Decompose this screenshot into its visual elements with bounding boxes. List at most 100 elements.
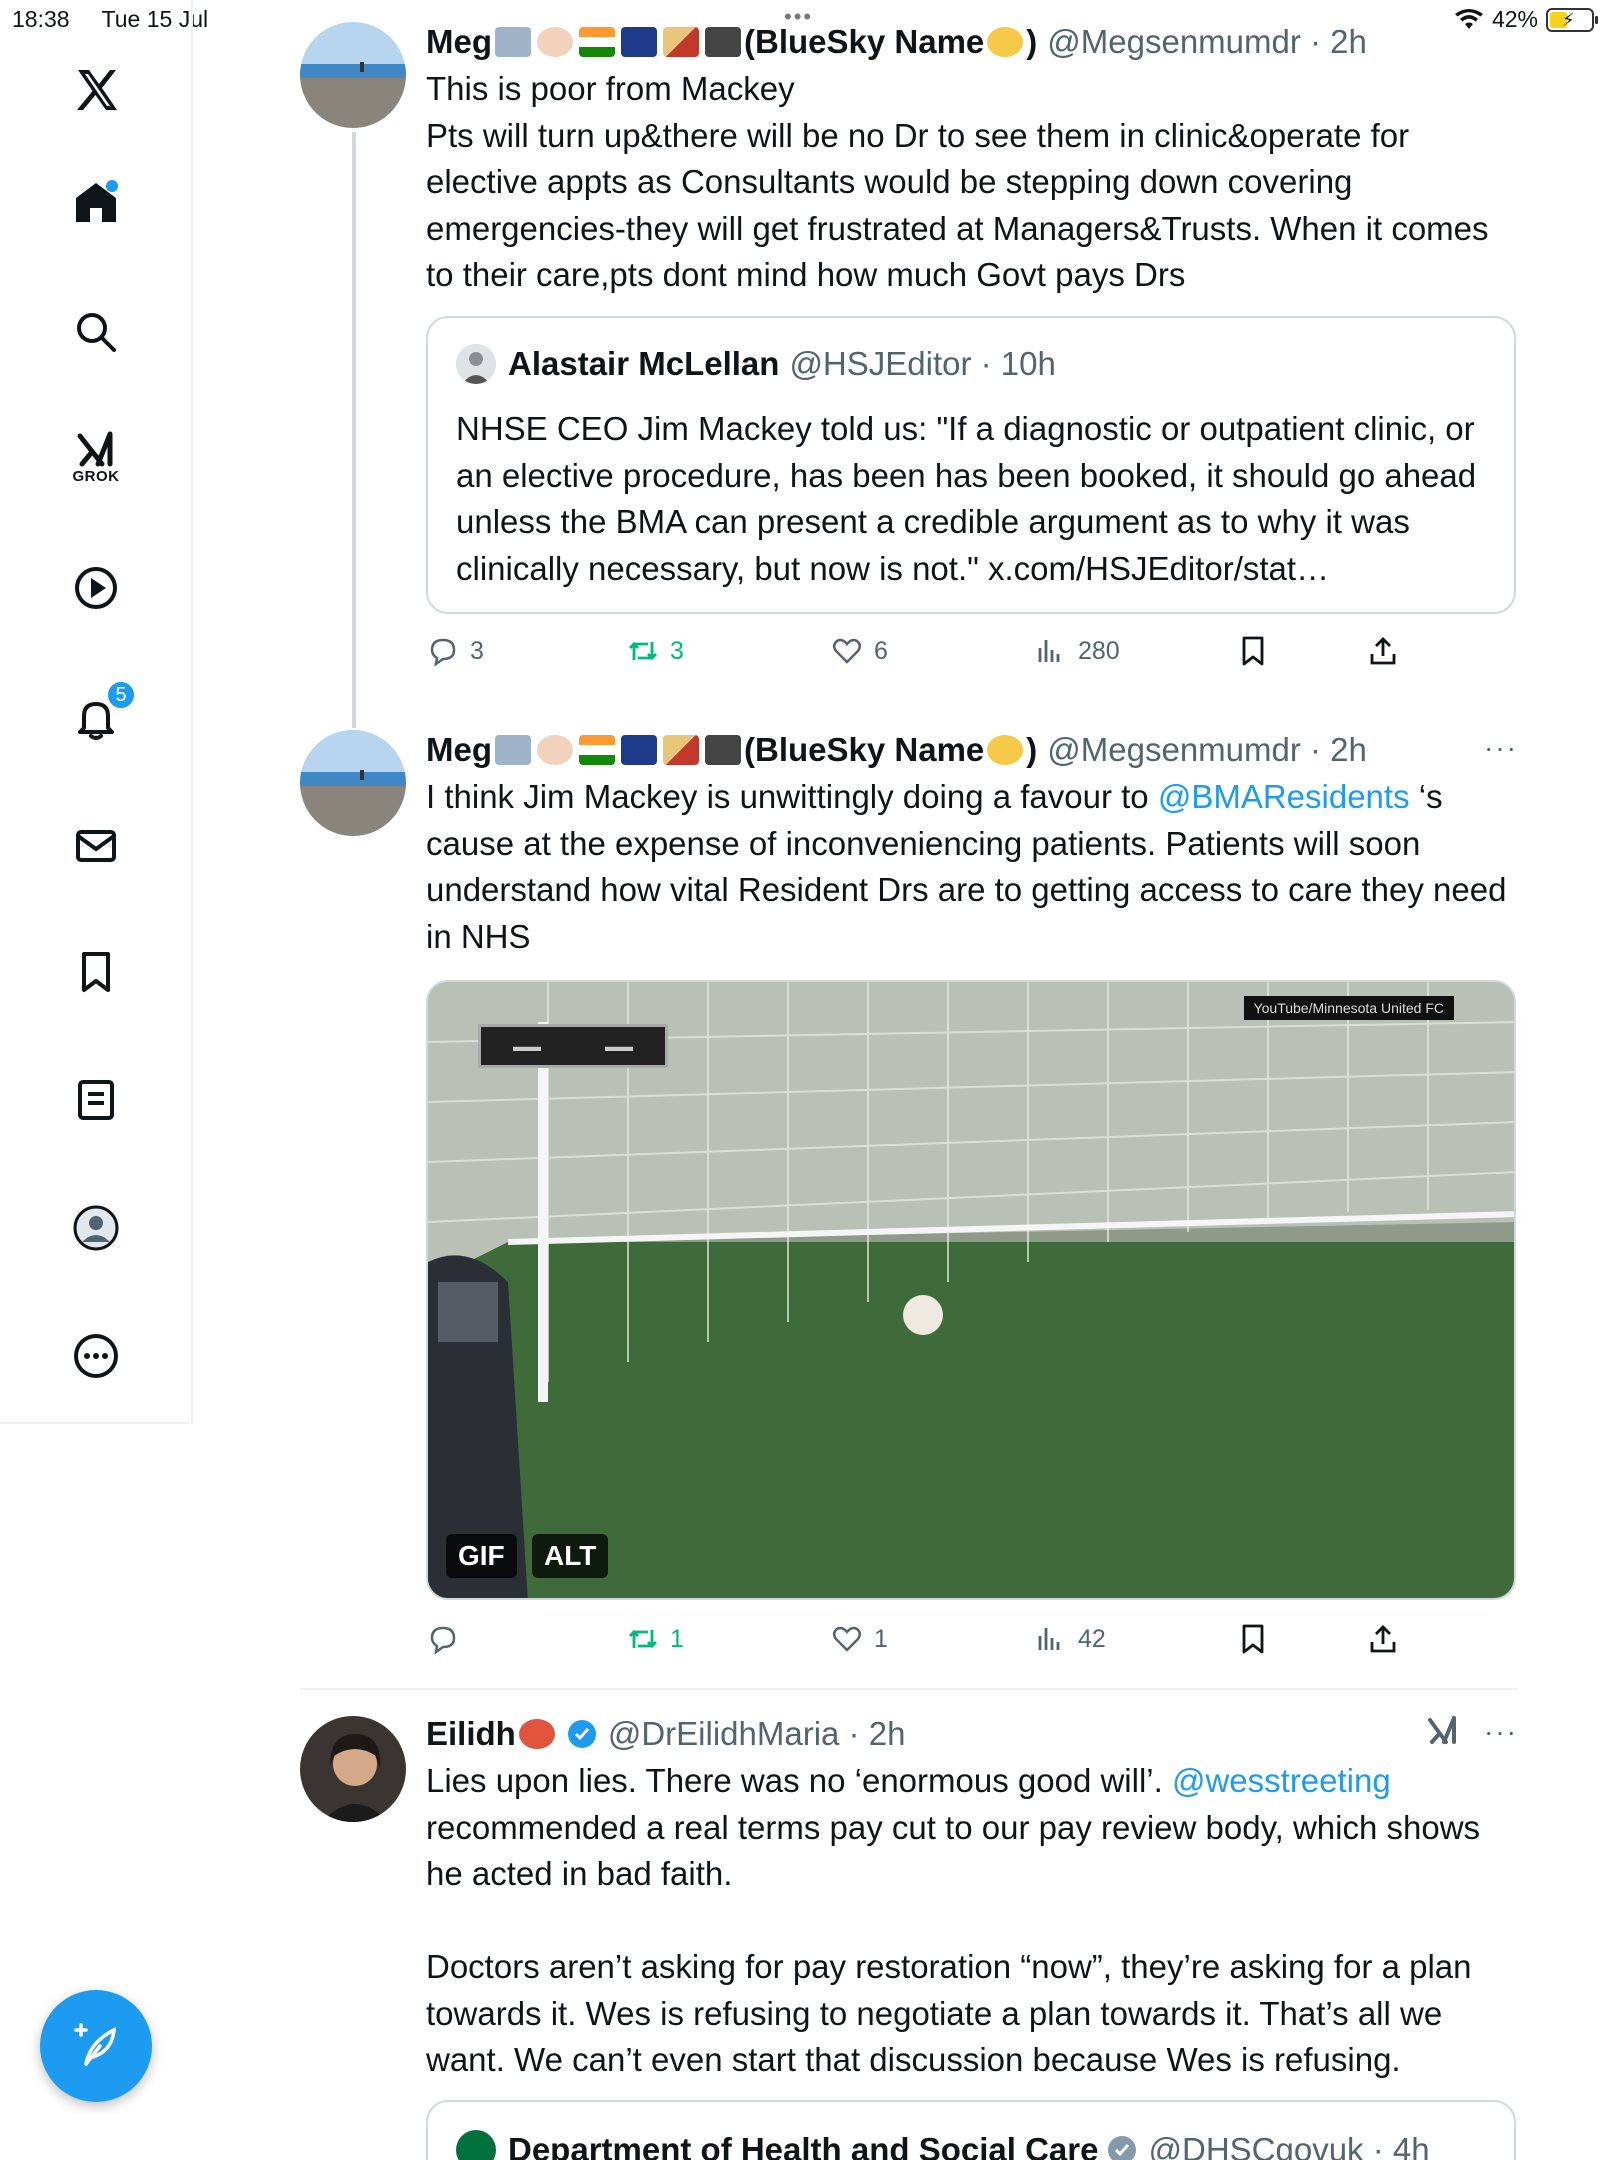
tweet-header: Meg (BlueSky Name ) @Megsenmumdr · 2h — [426, 20, 1516, 64]
tweet-text-part: recommended a real terms pay cut to our … — [426, 1808, 1481, 2079]
tweet[interactable]: Meg (BlueSky Name ) @Megsenmumdr · 2h Th… — [300, 20, 1518, 700]
tweet-header: Eilidh @DrEilidhMaria · 2h — [426, 1712, 1516, 1756]
crab-emoji-icon — [518, 1719, 555, 1749]
repost-button[interactable]: 1 — [626, 1622, 684, 1656]
bookmark-button[interactable] — [1236, 1622, 1270, 1656]
tweet[interactable]: ··· Eilidh @DrEilidhMaria · 2h Lies upon… — [300, 1712, 1518, 2160]
views-button[interactable]: 280 — [1034, 634, 1120, 668]
repost-count: 3 — [670, 636, 684, 665]
home-unread-dot — [106, 180, 118, 192]
profile-icon[interactable] — [68, 1200, 124, 1256]
share-button[interactable] — [1366, 1622, 1400, 1656]
avatar[interactable] — [300, 730, 406, 836]
share-icon — [1370, 1625, 1396, 1653]
verified-badge-icon — [567, 1720, 596, 1748]
family-emoji-icon — [495, 735, 531, 765]
view-count: 42 — [1078, 1624, 1106, 1653]
author-handle[interactable]: @DrEilidhMaria · 2h — [608, 1715, 906, 1753]
cricket-emoji-icon — [663, 735, 699, 765]
tweet-header: Meg (BlueSky Name ) @Megsenmumdr · 2h — [426, 728, 1516, 772]
cricket-emoji-icon — [663, 27, 699, 57]
tweet-text-part: I think Jim Mackey is unwittingly doing … — [426, 778, 1158, 815]
quoted-tweet-header: Department of Health and Social Care @DH… — [456, 2130, 1430, 2160]
author-name[interactable]: Eilidh — [426, 1715, 516, 1753]
heart-icon — [833, 638, 861, 664]
author-name[interactable]: Meg — [426, 731, 492, 769]
grok-icon[interactable]: GROK — [68, 424, 124, 485]
reply-button[interactable]: 3 — [426, 634, 484, 668]
india-flag-icon — [579, 27, 615, 57]
home-icon[interactable] — [68, 174, 124, 230]
share-button[interactable] — [1366, 634, 1400, 668]
author-name-suffix: (BlueSky Name — [744, 731, 985, 768]
notifications-badge: 5 — [106, 680, 136, 710]
tweet-actions: 1 1 42 — [426, 1622, 1426, 1662]
messages-envelope-icon[interactable] — [68, 818, 124, 874]
reply-count: 3 — [470, 636, 484, 665]
doctor-emoji-icon — [537, 27, 573, 57]
views-chart-icon — [1038, 640, 1060, 662]
view-count: 280 — [1078, 636, 1120, 665]
quoted-avatar — [456, 2130, 496, 2160]
author-name-suffix: (BlueSky Name — [744, 23, 985, 60]
repost-button[interactable]: 3 — [626, 634, 684, 668]
family-emoji-icon — [495, 27, 531, 57]
reply-icon — [430, 638, 456, 667]
avatar[interactable] — [300, 22, 406, 128]
compose-post-button[interactable] — [40, 1990, 152, 2102]
views-chart-icon — [1038, 1628, 1060, 1650]
more-options-icon[interactable] — [68, 1328, 124, 1384]
uk-flag-icon — [621, 735, 657, 765]
alt-text-button[interactable]: ALT — [532, 1534, 609, 1578]
tweet-divider — [300, 1688, 1518, 1690]
tweet[interactable]: ··· Meg (BlueSky Name ) @Megsenmumdr · 2… — [300, 728, 1518, 1655]
movie-camera-emoji-icon — [705, 735, 741, 765]
compose-feather-icon — [74, 2023, 117, 2066]
avatar[interactable] — [300, 1716, 406, 1822]
uk-flag-icon — [621, 27, 657, 57]
bookmark-button[interactable] — [1236, 634, 1270, 668]
like-button[interactable]: 1 — [830, 1622, 888, 1656]
quoted-avatar — [456, 344, 496, 384]
grok-label: GROK — [72, 468, 120, 485]
author-handle[interactable]: @Megsenmumdr · 2h — [1047, 731, 1367, 769]
author-name[interactable]: Meg — [426, 23, 492, 61]
bookmarks-icon[interactable] — [68, 944, 124, 1000]
repost-icon — [629, 642, 657, 660]
author-name-close: ) — [1026, 731, 1038, 768]
quoted-tweet-text: NHSE CEO Jim Mackey told us: "If a diagn… — [456, 410, 1477, 587]
pointing-down-emoji-icon — [987, 735, 1024, 765]
heart-icon — [833, 1626, 861, 1652]
bookmark-icon — [1242, 636, 1264, 666]
quoted-author-handle: @DHSCgovuk · 4h — [1148, 2131, 1430, 2160]
tweet-text: I think Jim Mackey is unwittingly doing … — [426, 774, 1516, 960]
battery-icon: ⚡ — [1546, 7, 1598, 32]
video-play-icon[interactable] — [68, 560, 124, 616]
repost-icon — [629, 1630, 657, 1648]
search-icon[interactable] — [68, 304, 124, 360]
mention-link[interactable]: @BMAResidents — [1158, 778, 1410, 815]
india-flag-icon — [579, 735, 615, 765]
movie-camera-emoji-icon — [705, 27, 741, 57]
quoted-author-name: Alastair McLellan — [508, 345, 780, 382]
tweet-text-part: Lies upon lies. There was no ‘enormous g… — [426, 1762, 1172, 1799]
share-icon — [1370, 637, 1396, 665]
like-count: 6 — [874, 636, 888, 665]
gif-media[interactable]: ▬▬ ▬▬ YouTube/Minnesota United FC GIF ALT — [426, 980, 1516, 1600]
doctor-emoji-icon — [537, 735, 573, 765]
gif-badge: GIF — [446, 1534, 517, 1578]
reply-icon — [430, 1626, 456, 1655]
lists-icon[interactable] — [68, 1072, 124, 1128]
author-handle[interactable]: @Megsenmumdr · 2h — [1047, 23, 1367, 61]
quoted-tweet[interactable]: Alastair McLellan @HSJEditor · 10h NHSE … — [426, 316, 1516, 614]
views-button[interactable]: 42 — [1034, 1622, 1106, 1656]
quoted-tweet[interactable]: Department of Health and Social Care @DH… — [426, 2100, 1516, 2160]
pointing-down-emoji-icon — [987, 27, 1024, 57]
like-button[interactable]: 6 — [830, 634, 888, 668]
tweet-text: Lies upon lies. There was no ‘enormous g… — [426, 1758, 1516, 2084]
mention-link[interactable]: @wesstreeting — [1172, 1762, 1391, 1799]
author-name-close: ) — [1026, 23, 1038, 60]
reply-button[interactable] — [426, 1622, 470, 1656]
notifications-bell-icon[interactable]: 5 — [68, 680, 136, 746]
x-logo-icon[interactable] — [68, 62, 124, 118]
